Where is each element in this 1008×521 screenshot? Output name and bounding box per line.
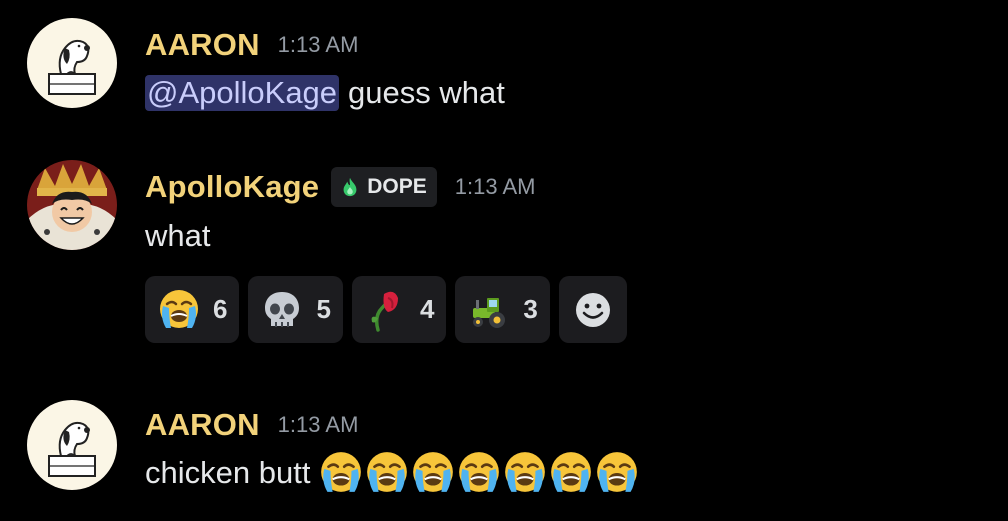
luffy-avatar[interactable]: [27, 160, 117, 250]
message-text: guess what: [348, 75, 505, 110]
tractor-icon: [467, 288, 511, 332]
loudly-crying-face-icon: [548, 450, 594, 496]
skull-icon: [260, 288, 304, 332]
message-header: AARON 1:13 AM: [145, 25, 358, 65]
green-flame-icon: [339, 176, 361, 198]
loudly-crying-face-icon: [410, 450, 456, 496]
message-aaron-2: AARON 1:13 AM chicken butt: [0, 385, 1008, 521]
loudly-crying-face-icon: [318, 450, 364, 496]
reaction-count: 4: [419, 294, 435, 324]
reaction-bar: 6 5 4 3: [145, 276, 636, 343]
loudly-crying-face-icon: [594, 450, 640, 496]
message-aaron-1: AARON 1:13 AM @ApolloKage guess what: [0, 0, 1008, 130]
user-mention[interactable]: @ApolloKage: [145, 75, 340, 111]
wilted-flower-icon: [364, 288, 408, 332]
snoopy-avatar[interactable]: [27, 18, 117, 108]
server-tag-badge[interactable]: DOPE: [331, 167, 437, 207]
timestamp: 1:13 AM: [454, 174, 536, 199]
username[interactable]: ApolloKage: [145, 169, 319, 205]
badge-label: DOPE: [367, 175, 427, 198]
message-content: @ApolloKage guess what: [145, 70, 505, 116]
message-header: ApolloKage DOPE 1:13 AM: [145, 166, 535, 208]
add-reaction-smiley-icon: [571, 288, 615, 332]
reaction-count: 3: [523, 294, 538, 324]
reaction-tractor[interactable]: 3: [455, 276, 550, 343]
crying-emoji-row: [318, 450, 640, 496]
loudly-crying-face-icon: [502, 450, 548, 496]
reaction-wilted-flower[interactable]: 4: [351, 276, 447, 343]
add-reaction-button[interactable]: [558, 276, 627, 343]
loudly-crying-face-icon: [456, 450, 502, 496]
message-content: what: [145, 214, 210, 258]
reaction-count: 6: [213, 294, 228, 324]
loudly-crying-face-icon: [364, 450, 410, 496]
loudly-crying-face-icon: [157, 288, 201, 332]
message-content: chicken butt: [145, 449, 640, 497]
timestamp: 1:13 AM: [277, 412, 359, 437]
snoopy-avatar[interactable]: [27, 400, 117, 490]
reaction-crying[interactable]: 6: [145, 276, 240, 343]
reaction-count: 5: [316, 294, 331, 324]
message-text: chicken butt: [145, 455, 311, 490]
message-text: what: [145, 218, 211, 253]
username[interactable]: AARON: [145, 27, 260, 63]
timestamp: 1:13 AM: [277, 32, 359, 57]
username[interactable]: AARON: [145, 407, 260, 443]
message-header: AARON 1:13 AM: [145, 405, 358, 445]
reaction-skull[interactable]: 5: [248, 276, 343, 343]
